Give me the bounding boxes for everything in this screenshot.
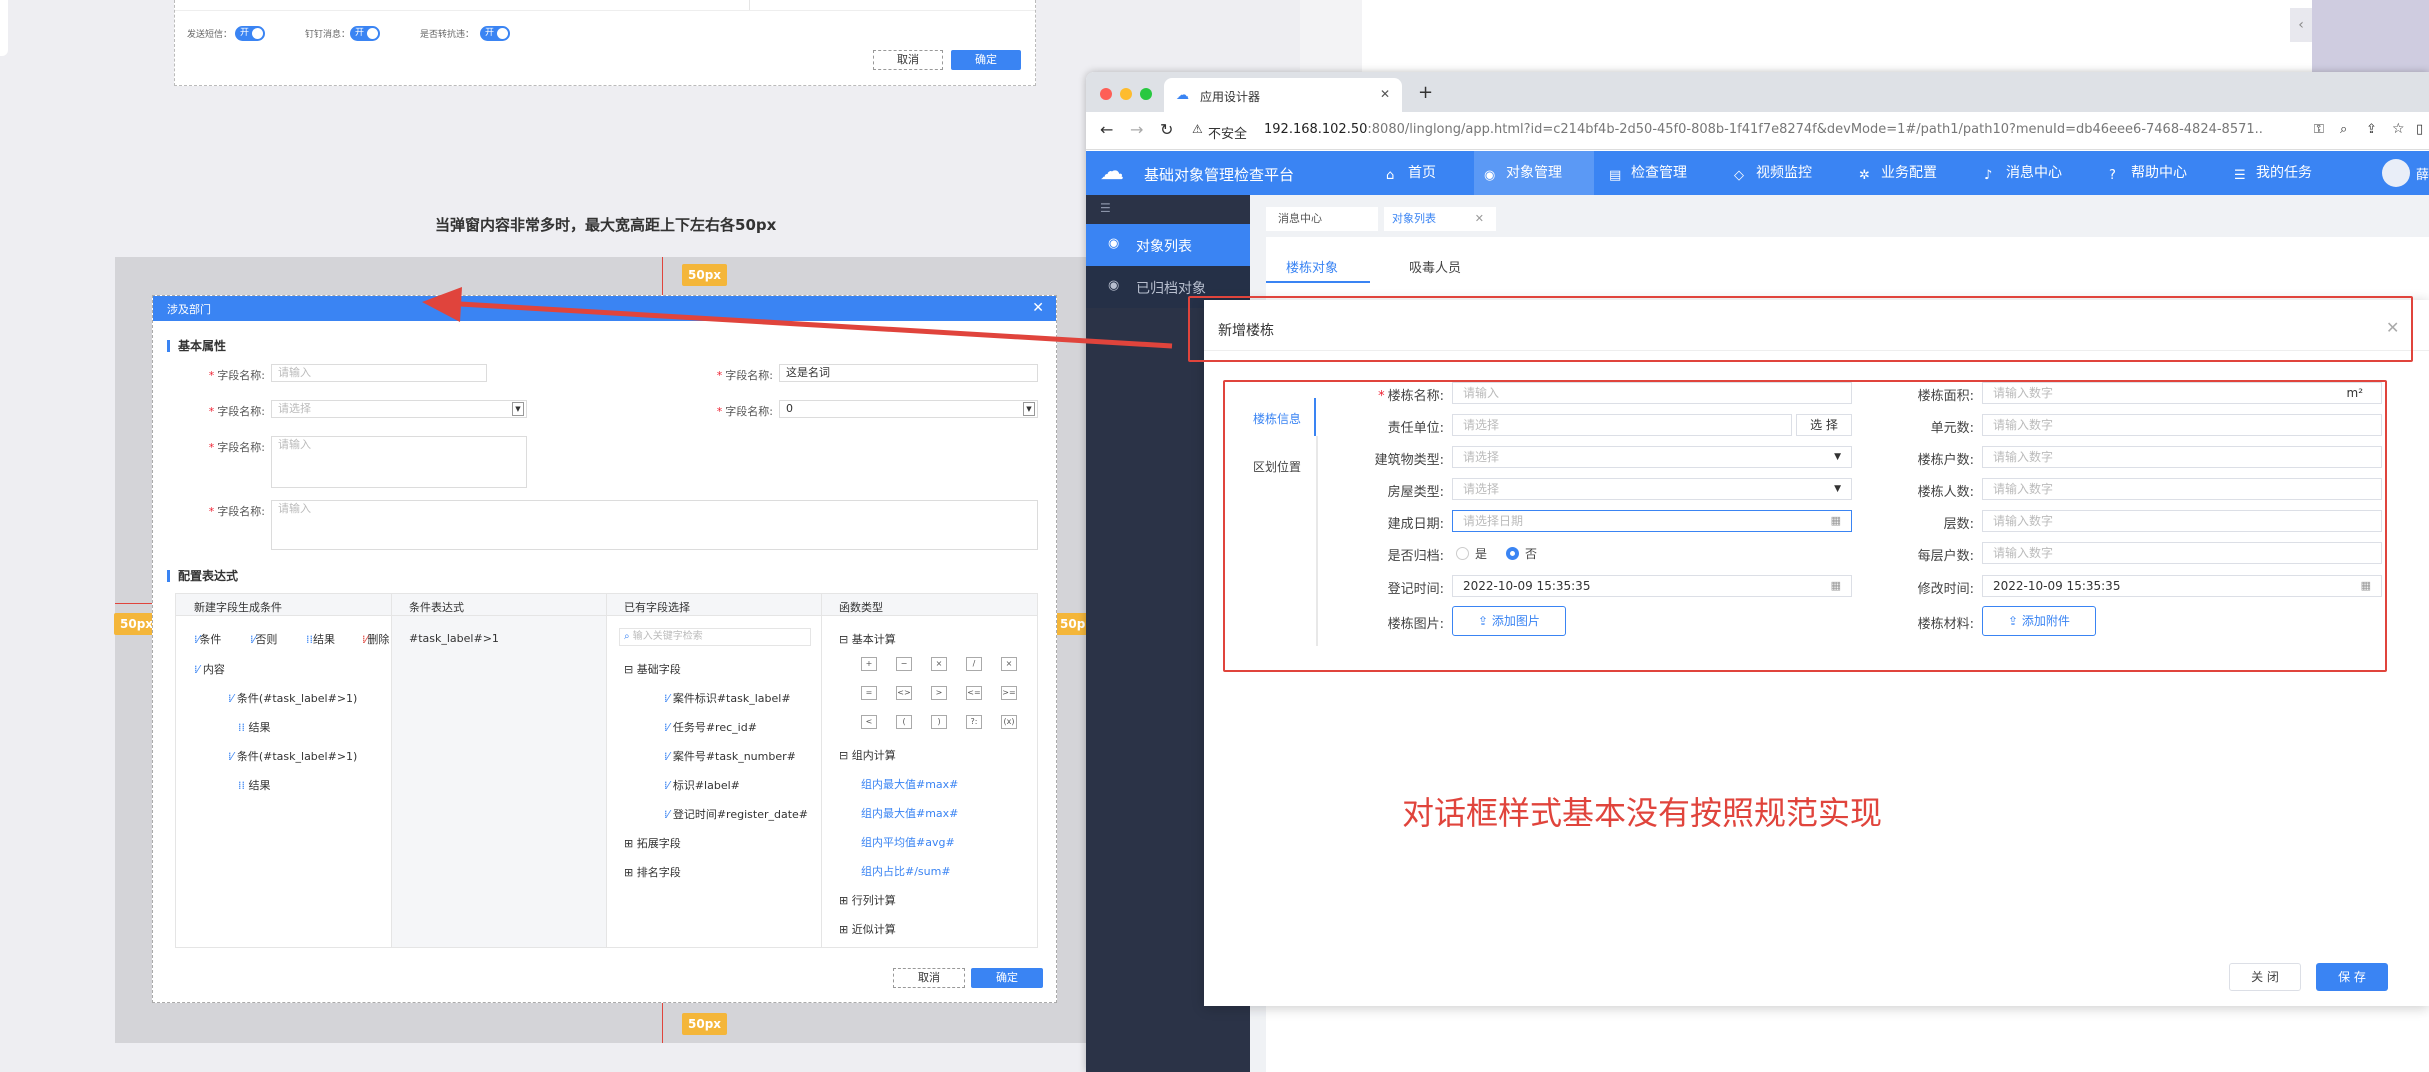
annotation-text: 对话框样式基本没有按照规范实现 [1402,794,1883,832]
annotation-arrow [422,287,1173,349]
